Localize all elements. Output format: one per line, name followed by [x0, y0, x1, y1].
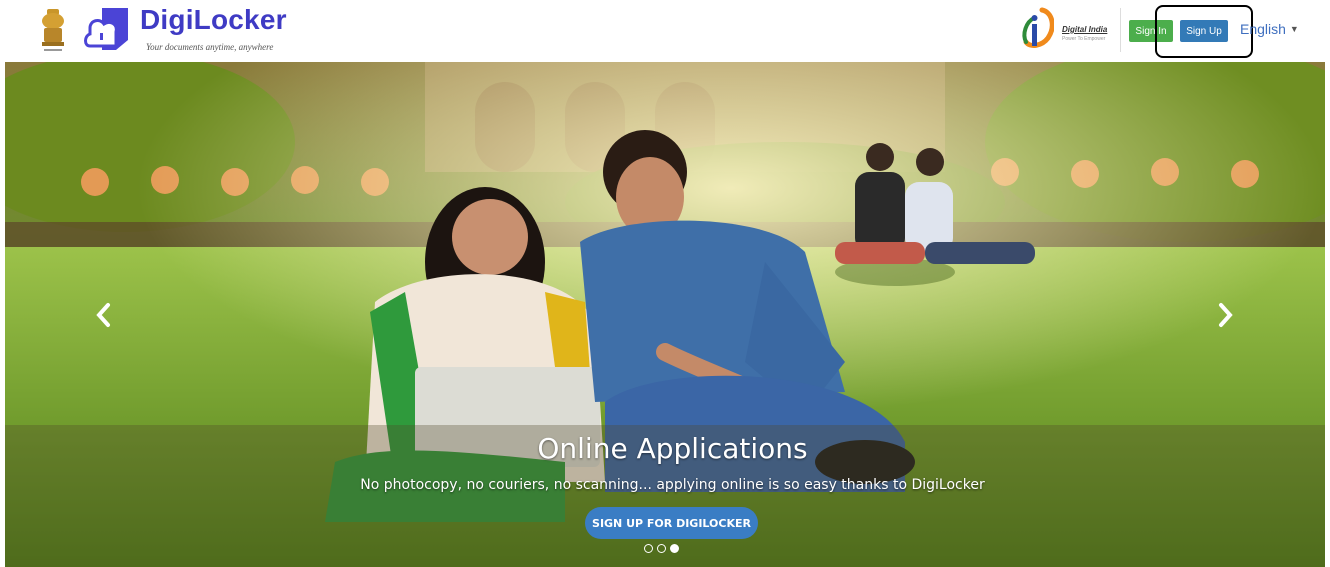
- carousel-subtitle: No photocopy, no couriers, no scanning..…: [360, 477, 985, 493]
- partner-name: Digital India: [1062, 25, 1108, 34]
- partner-tagline: Power To Empower: [1062, 36, 1106, 42]
- carousel-next-button[interactable]: [1215, 300, 1237, 330]
- carousel-indicator[interactable]: [657, 544, 666, 553]
- carousel-indicators: [644, 544, 679, 553]
- carousel-indicator-active[interactable]: [670, 544, 679, 553]
- chevron-left-icon: [96, 303, 110, 327]
- signup-cta-button[interactable]: SIGN UP FOR DIGILOCKER: [585, 507, 758, 539]
- language-label: English: [1240, 21, 1286, 37]
- carousel-title: Online Applications: [537, 432, 808, 465]
- national-emblem-icon: [42, 9, 64, 51]
- header-divider: [1120, 8, 1121, 52]
- carousel-prev-button[interactable]: [92, 300, 114, 330]
- brand-tagline: Your documents anytime, anywhere: [146, 42, 274, 52]
- site-header: DigiLocker Your documents anytime, anywh…: [0, 0, 1330, 62]
- carousel-indicator[interactable]: [644, 544, 653, 553]
- signup-highlight-box: [1155, 5, 1253, 58]
- chevron-right-icon: [1219, 303, 1233, 327]
- digital-india-logo-icon: [1022, 7, 1054, 48]
- digilocker-logo-icon: [84, 8, 128, 50]
- brand-name[interactable]: DigiLocker: [140, 4, 287, 36]
- language-select[interactable]: English ▼: [1240, 21, 1299, 37]
- chevron-down-icon: ▼: [1289, 24, 1299, 34]
